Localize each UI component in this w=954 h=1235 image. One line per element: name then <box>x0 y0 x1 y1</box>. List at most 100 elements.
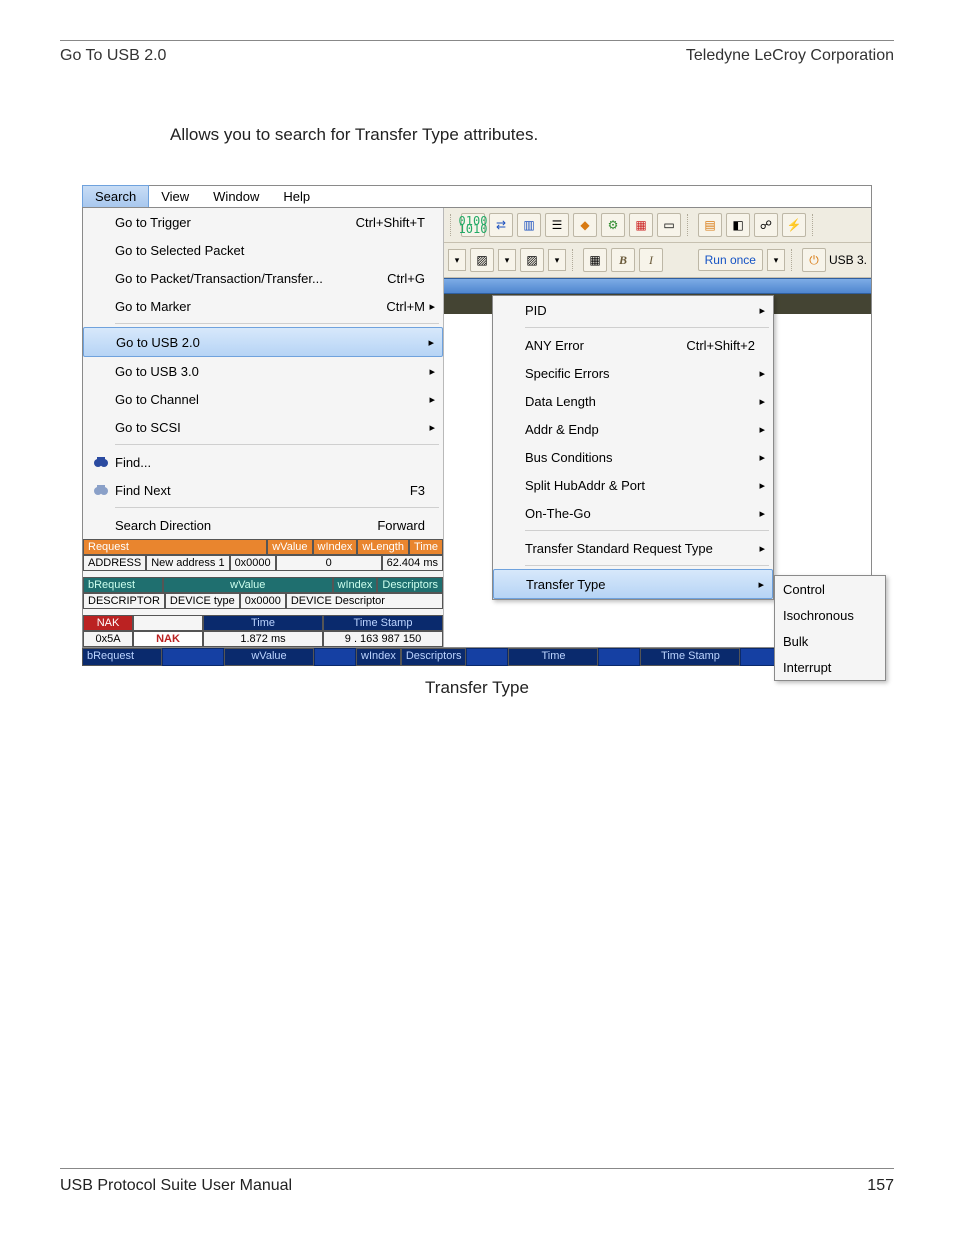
binoculars-next-icon <box>87 476 115 504</box>
mi-go-to-selected-packet[interactable]: Go to Selected Packet <box>83 236 443 264</box>
mi-find[interactable]: Find... <box>83 448 443 476</box>
mi-go-to-usb20[interactable]: Go to USB 2.0 ▸ <box>83 327 443 357</box>
trace-area: Request wValue wIndex wLength Time ADDRE… <box>83 539 443 647</box>
tt-control[interactable]: Control <box>775 576 885 602</box>
trace-cell: DESCRIPTOR <box>83 593 165 609</box>
menu-search[interactable]: Search <box>82 185 149 207</box>
trace-cell: 9 . 163 987 150 <box>323 631 443 647</box>
smi-on-the-go[interactable]: On-The-Go ▸ <box>493 499 773 527</box>
trace-cell: NAK <box>83 615 133 631</box>
smi-pid[interactable]: PID ▸ <box>493 296 773 324</box>
submenu-arrow-icon: ▸ <box>755 304 765 317</box>
smi-any-error[interactable]: ANY Error Ctrl+Shift+2 <box>493 331 773 359</box>
submenu-arrow-icon: ▸ <box>755 451 765 464</box>
intro-text: Allows you to search for Transfer Type a… <box>170 125 894 145</box>
trace-cell: 1.872 ms <box>203 631 323 647</box>
figure-caption: Transfer Type <box>60 678 894 698</box>
submenu-arrow-icon: ▸ <box>755 423 765 436</box>
menu-separator <box>115 507 439 508</box>
trace-cell: wIndex <box>356 648 401 666</box>
tag-icon[interactable]: ◧ <box>726 213 750 237</box>
trace-cell: DEVICE Descriptor <box>286 593 443 609</box>
bus-icon[interactable]: ▦ <box>629 213 653 237</box>
trace-cell: Time <box>508 648 598 666</box>
trace-cell: Time <box>203 615 323 631</box>
usb20-submenu: PID ▸ ANY Error Ctrl+Shift+2 Specific Er… <box>492 295 774 600</box>
dropdown-icon[interactable]: ▾ <box>498 249 516 271</box>
trace-cell: NAK <box>133 631 203 647</box>
toolbar-row-1: 01001010 ⇄ ▥ ☰ ◆ ⚙ ▦ ▭ ▤ ◧ ☍ ⚡ <box>444 208 871 243</box>
trace-cell: Descriptors <box>377 577 443 593</box>
mi-go-to-scsi[interactable]: Go to SCSI ▸ <box>83 413 443 441</box>
menu-separator <box>115 444 439 445</box>
panel-icon[interactable]: ▭ <box>657 213 681 237</box>
mi-search-direction[interactable]: Search Direction Forward <box>83 511 443 539</box>
submenu-arrow-icon: ▸ <box>755 542 765 555</box>
smi-data-length[interactable]: Data Length ▸ <box>493 387 773 415</box>
smi-bus-conditions[interactable]: Bus Conditions ▸ <box>493 443 773 471</box>
trace-cell: Time <box>409 539 443 555</box>
menu-separator <box>115 323 439 324</box>
trace-cell: 0x0000 <box>230 555 276 571</box>
hide-a-icon[interactable]: ▨ <box>470 248 494 272</box>
mi-go-to-channel[interactable]: Go to Channel ▸ <box>83 385 443 413</box>
smi-transfer-type[interactable]: Transfer Type ▸ <box>493 569 773 599</box>
grid-icon[interactable]: ▦ <box>583 248 607 272</box>
trace-cell: Time Stamp <box>640 648 740 666</box>
mi-go-to-usb30[interactable]: Go to USB 3.0 ▸ <box>83 357 443 385</box>
page-header-left: Go To USB 2.0 <box>60 47 166 65</box>
bars-icon[interactable]: ▥ <box>517 213 541 237</box>
trace-cell: Time Stamp <box>323 615 443 631</box>
menu-help[interactable]: Help <box>271 186 322 207</box>
trace-cell: ADDRESS <box>83 555 146 571</box>
trace-cell: DEVICE type <box>165 593 240 609</box>
list-icon[interactable]: ☰ <box>545 213 569 237</box>
tt-interrupt[interactable]: Interrupt <box>775 654 885 680</box>
menu-view[interactable]: View <box>149 186 201 207</box>
mi-go-to-trigger[interactable]: Go to Trigger Ctrl+Shift+T <box>83 208 443 236</box>
transfer-type-submenu: Control Isochronous Bulk Interrupt <box>774 575 886 681</box>
diamond-icon[interactable]: ◆ <box>573 213 597 237</box>
submenu-arrow-icon: ▸ <box>425 300 435 313</box>
config-icon[interactable]: ⚙ <box>601 213 625 237</box>
mi-go-to-ptt[interactable]: Go to Packet/Transaction/Transfer... Ctr… <box>83 264 443 292</box>
mi-go-to-marker[interactable]: Go to Marker Ctrl+M ▸ <box>83 292 443 320</box>
trace-cell: 62.404 ms <box>382 555 443 571</box>
binary-icon[interactable]: 01001010 <box>461 213 485 237</box>
trace-cell: wIndex <box>333 577 378 593</box>
trace-cell: wValue <box>224 648 314 666</box>
trace-cell: Descriptors <box>401 648 467 666</box>
screenshot: Search View Window Help Go to Trigger Ct… <box>82 185 872 666</box>
swap-icon[interactable]: ⇄ <box>489 213 513 237</box>
trace-cell: wValue <box>163 577 333 593</box>
hide-b-icon[interactable]: ▨ <box>520 248 544 272</box>
mi-find-next[interactable]: Find Next F3 <box>83 476 443 504</box>
smi-specific-errors[interactable]: Specific Errors ▸ <box>493 359 773 387</box>
menu-window[interactable]: Window <box>201 186 271 207</box>
dropdown-icon[interactable]: ▾ <box>548 249 566 271</box>
trace-cell: 0 <box>276 555 382 571</box>
smi-transfer-std-req-type[interactable]: Transfer Standard Request Type ▸ <box>493 534 773 562</box>
bolt-icon[interactable]: ⚡ <box>782 213 806 237</box>
tt-bulk[interactable]: Bulk <box>775 628 885 654</box>
sheet-icon[interactable]: ▤ <box>698 213 722 237</box>
binoculars-icon <box>87 448 115 476</box>
link-icon[interactable]: ☍ <box>754 213 778 237</box>
blue-bar <box>444 278 871 294</box>
usb3-indicator[interactable]: ⏻ USB 3. <box>802 248 867 272</box>
trace-cell: 0x5A <box>83 631 133 647</box>
submenu-arrow-icon: ▸ <box>755 507 765 520</box>
run-once-dropdown-icon[interactable]: ▾ <box>767 249 785 271</box>
submenu-arrow-icon: ▸ <box>755 395 765 408</box>
run-once-button[interactable]: Run once <box>698 249 763 271</box>
smi-addr-endp[interactable]: Addr & Endp ▸ <box>493 415 773 443</box>
page-header-right: Teledyne LeCroy Corporation <box>686 47 894 65</box>
submenu-arrow-icon: ▸ <box>755 479 765 492</box>
dropdown-icon[interactable]: ▾ <box>448 249 466 271</box>
italic-i-icon[interactable]: I <box>639 248 663 272</box>
bold-b-icon[interactable]: B <box>611 248 635 272</box>
smi-split-hubaddr-port[interactable]: Split HubAddr & Port ▸ <box>493 471 773 499</box>
tt-isochronous[interactable]: Isochronous <box>775 602 885 628</box>
trace-cell: wValue <box>267 539 312 555</box>
search-menu: Go to Trigger Ctrl+Shift+T Go to Selecte… <box>83 208 443 539</box>
